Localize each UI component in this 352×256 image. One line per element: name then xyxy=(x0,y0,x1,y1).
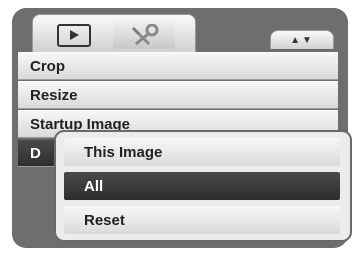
tab-setup[interactable] xyxy=(113,21,175,49)
menu-item-label: D xyxy=(30,144,41,162)
submenu-item-all[interactable]: All xyxy=(64,172,340,200)
tab-playback[interactable] xyxy=(43,21,105,49)
submenu-item-label: Reset xyxy=(84,211,125,229)
submenu-item-label: This Image xyxy=(84,143,163,161)
menu-item-crop[interactable]: Crop xyxy=(18,52,338,80)
menu-item-resize[interactable]: Resize xyxy=(18,81,338,109)
menu-item-label: Resize xyxy=(30,86,78,104)
scroll-indicator: ▲▼ xyxy=(270,30,334,49)
playback-icon xyxy=(57,23,91,47)
submenu-panel: This Image All Reset xyxy=(54,130,352,242)
menu-item-label: Crop xyxy=(30,57,65,75)
wrench-icon xyxy=(132,24,159,46)
submenu-item-this-image[interactable]: This Image xyxy=(64,138,340,166)
submenu-item-label: All xyxy=(84,177,104,195)
submenu-item-reset[interactable]: Reset xyxy=(64,206,340,234)
tab-bar xyxy=(32,14,196,53)
